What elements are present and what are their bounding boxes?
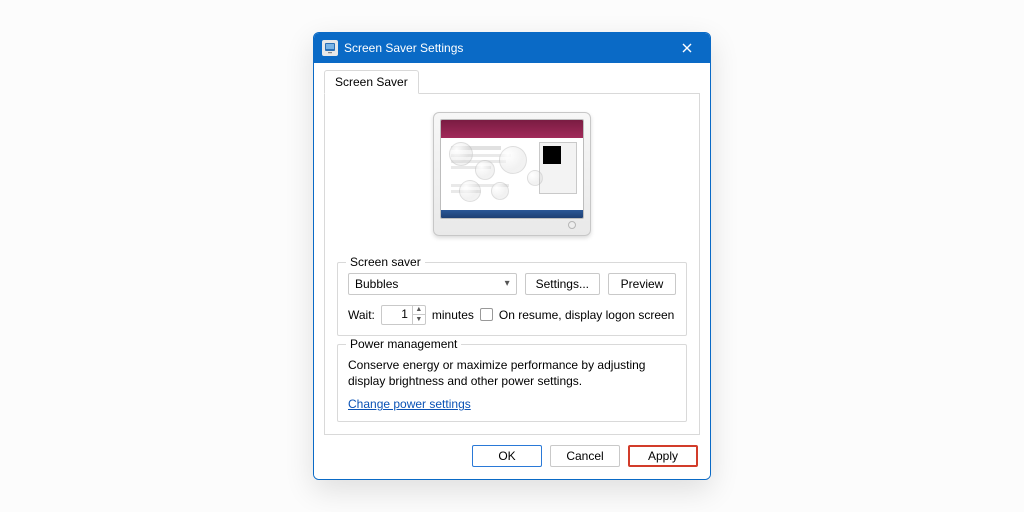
cancel-button[interactable]: Cancel [550,445,620,467]
tab-screen-saver[interactable]: Screen Saver [324,70,419,94]
preview-button[interactable]: Preview [608,273,676,295]
spin-down-icon[interactable]: ▼ [413,315,425,324]
ok-button[interactable]: OK [472,445,542,467]
preview-area [337,106,687,254]
power-group-title: Power management [346,337,461,351]
app-icon [322,40,338,56]
wait-unit: minutes [432,308,474,322]
power-text: Conserve energy or maximize performance … [348,357,676,389]
wait-label: Wait: [348,308,375,322]
resume-checkbox[interactable] [480,308,493,321]
close-button[interactable] [672,33,702,63]
dialog-footer: OK Cancel Apply [324,435,700,469]
change-power-settings-link[interactable]: Change power settings [348,397,471,411]
tabpage: Screen saver Bubbles ▾ Settings... Previ… [324,94,700,435]
spin-up-icon[interactable]: ▲ [413,306,425,315]
power-management-group: Power management Conserve energy or maxi… [337,344,687,422]
screensaver-dropdown[interactable]: Bubbles ▾ [348,273,517,295]
settings-button[interactable]: Settings... [525,273,600,295]
tabstrip: Screen Saver [324,69,700,94]
screen-saver-group-title: Screen saver [346,255,425,269]
titlebar[interactable]: Screen Saver Settings [314,33,710,63]
window-title: Screen Saver Settings [344,41,463,55]
close-icon [682,43,692,53]
wait-value[interactable]: 1 [382,306,412,324]
monitor-preview [433,112,591,236]
resume-label: On resume, display logon screen [499,308,674,322]
screen-saver-settings-window: Screen Saver Settings Screen Saver [313,32,711,480]
wait-stepper[interactable]: 1 ▲ ▼ [381,305,426,325]
chevron-down-icon: ▾ [505,278,510,289]
screensaver-selected: Bubbles [355,277,398,291]
apply-button[interactable]: Apply [628,445,698,467]
screen-saver-group: Screen saver Bubbles ▾ Settings... Previ… [337,262,687,336]
